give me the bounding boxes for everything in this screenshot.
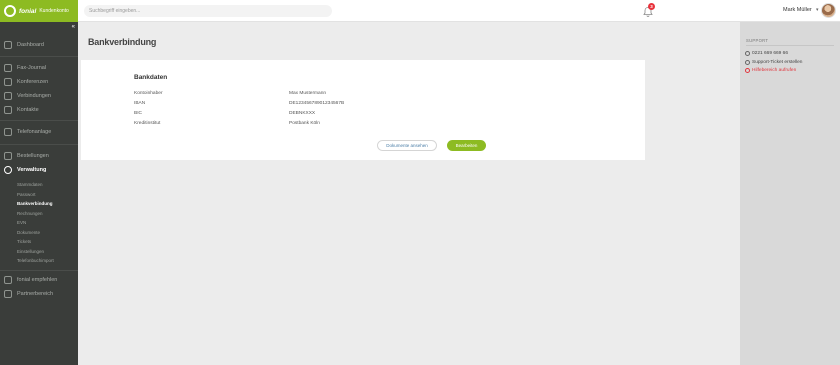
sidebar-item-label: Kontakte: [17, 107, 39, 113]
row-label-bic: BIC: [134, 111, 142, 116]
sidebar-item-kontakte[interactable]: Kontakte: [4, 106, 39, 114]
sidebar-item-konferenzen[interactable]: Konferenzen: [4, 78, 48, 86]
sidebar-item-fonial-empfehlen[interactable]: fonial empfehlen: [4, 276, 57, 284]
contacts-icon: [4, 106, 12, 114]
sidebar-item-verwaltung[interactable]: Verwaltung: [4, 166, 46, 174]
row-label-iban: IBAN: [134, 101, 146, 106]
avatar[interactable]: [821, 3, 836, 18]
divider: [0, 270, 78, 271]
sidebar-subitem-bankverbindung[interactable]: Bankverbindung: [17, 201, 53, 206]
sidebar-item-label: Dashboard: [17, 42, 44, 48]
sidebar-item-label: Bestellungen: [17, 153, 49, 159]
logo-brand: fonial: [19, 7, 37, 15]
sidebar-item-label: Verbindungen: [17, 93, 51, 99]
sidebar-item-label: Verwaltung: [17, 167, 47, 173]
sidebar-item-label: Fax-Journal: [17, 65, 47, 71]
row-value-bic: DEBNKXXX: [289, 111, 316, 116]
row-value-bank: Postbank Köln: [289, 121, 320, 126]
recommend-icon: [4, 276, 12, 284]
view-documents-button[interactable]: Dokumente ansehen: [377, 140, 437, 151]
support-title: SUPPORT: [746, 38, 769, 43]
user-name[interactable]: Mark Müller: [783, 7, 812, 13]
top-bar: fonial Kundenkonto Suchbegriff eingeben.…: [0, 0, 840, 22]
phone-system-icon: [4, 128, 12, 136]
collapse-sidebar-icon[interactable]: «: [72, 24, 75, 30]
help-icon: [745, 68, 750, 73]
row-label-bank: Kreditinstitut: [134, 121, 161, 126]
conference-icon: [4, 78, 12, 86]
connections-icon: [4, 92, 12, 100]
sidebar-item-partnerbereich[interactable]: Partnerbereich: [4, 290, 53, 298]
dashboard-icon: [4, 41, 12, 49]
support-phone-number: 0221 669 669 66: [752, 51, 789, 56]
partner-icon: [4, 290, 12, 298]
card-title: Bankdaten: [134, 74, 168, 81]
sidebar-item-label: Konferenzen: [17, 79, 49, 85]
ticket-icon: [745, 59, 750, 65]
help-area-link[interactable]: Hilfebereich aufrufen: [745, 68, 796, 73]
row-label-account-holder: Kontoinhaber: [134, 91, 163, 96]
sidebar-subitem-evn[interactable]: EVN: [17, 220, 26, 225]
sidebar-subitem-dokumente[interactable]: Dokumente: [17, 230, 40, 235]
sidebar-subitem-rechnungen[interactable]: Rechnungen: [17, 211, 43, 216]
divider: [0, 144, 78, 145]
sidebar-item-label: Partnerbereich: [17, 291, 54, 297]
notification-badge: 3: [648, 3, 655, 10]
sidebar-item-telefonanlage[interactable]: Telefonanlage: [4, 128, 51, 136]
divider: [0, 56, 78, 57]
help-area-label: Hilfebereich aufrufen: [752, 68, 797, 73]
notifications-button[interactable]: 3: [642, 3, 655, 17]
orders-icon: [4, 152, 12, 160]
sidebar: « Dashboard Fax-Journal Konferenzen Verb…: [0, 22, 78, 365]
sidebar-item-label: Telefonanlage: [17, 129, 52, 135]
bank-details-card: Bankdaten Kontoinhaber Max Mustermann IB…: [81, 60, 645, 160]
logo-icon: [4, 5, 16, 17]
page-title: Bankverbindung: [88, 37, 157, 47]
support-phone[interactable]: 0221 669 669 66: [745, 51, 788, 56]
sidebar-item-verbindungen[interactable]: Verbindungen: [4, 92, 51, 100]
support-ticket-label: Support-Ticket erstellen: [752, 59, 803, 65]
sidebar-item-dashboard[interactable]: Dashboard: [4, 41, 44, 49]
sidebar-subitem-telefonbuchimport[interactable]: Telefonbuchimport: [17, 258, 54, 263]
chevron-down-icon[interactable]: ▾: [816, 7, 819, 13]
search-input[interactable]: Suchbegriff eingeben...: [84, 5, 332, 17]
phone-icon: [745, 51, 750, 56]
logo-subtitle: Kundenkonto: [39, 8, 69, 14]
logo[interactable]: fonial Kundenkonto: [0, 0, 78, 22]
divider: [0, 120, 78, 121]
gear-icon: [4, 166, 12, 174]
row-value-account-holder: Max Mustermann: [289, 91, 327, 96]
sidebar-item-bestellungen[interactable]: Bestellungen: [4, 152, 49, 160]
sidebar-subitem-tickets[interactable]: Tickets: [17, 239, 31, 244]
row-value-iban: DE12345678901234567B: [289, 101, 345, 106]
sidebar-subitem-passwort[interactable]: Passwort: [17, 192, 36, 197]
fax-icon: [4, 64, 12, 72]
divider: [746, 45, 834, 46]
support-ticket-link[interactable]: Support-Ticket erstellen: [745, 59, 803, 65]
sidebar-item-label: fonial empfehlen: [17, 277, 58, 283]
support-panel: SUPPORT 0221 669 669 66 Support-Ticket e…: [740, 22, 840, 365]
sidebar-subitem-stammdaten[interactable]: Stammdaten: [17, 182, 43, 187]
edit-button[interactable]: Bearbeiten: [447, 140, 486, 151]
sidebar-item-fax-journal[interactable]: Fax-Journal: [4, 64, 46, 72]
sidebar-subitem-einstellungen[interactable]: Einstellungen: [17, 249, 44, 254]
